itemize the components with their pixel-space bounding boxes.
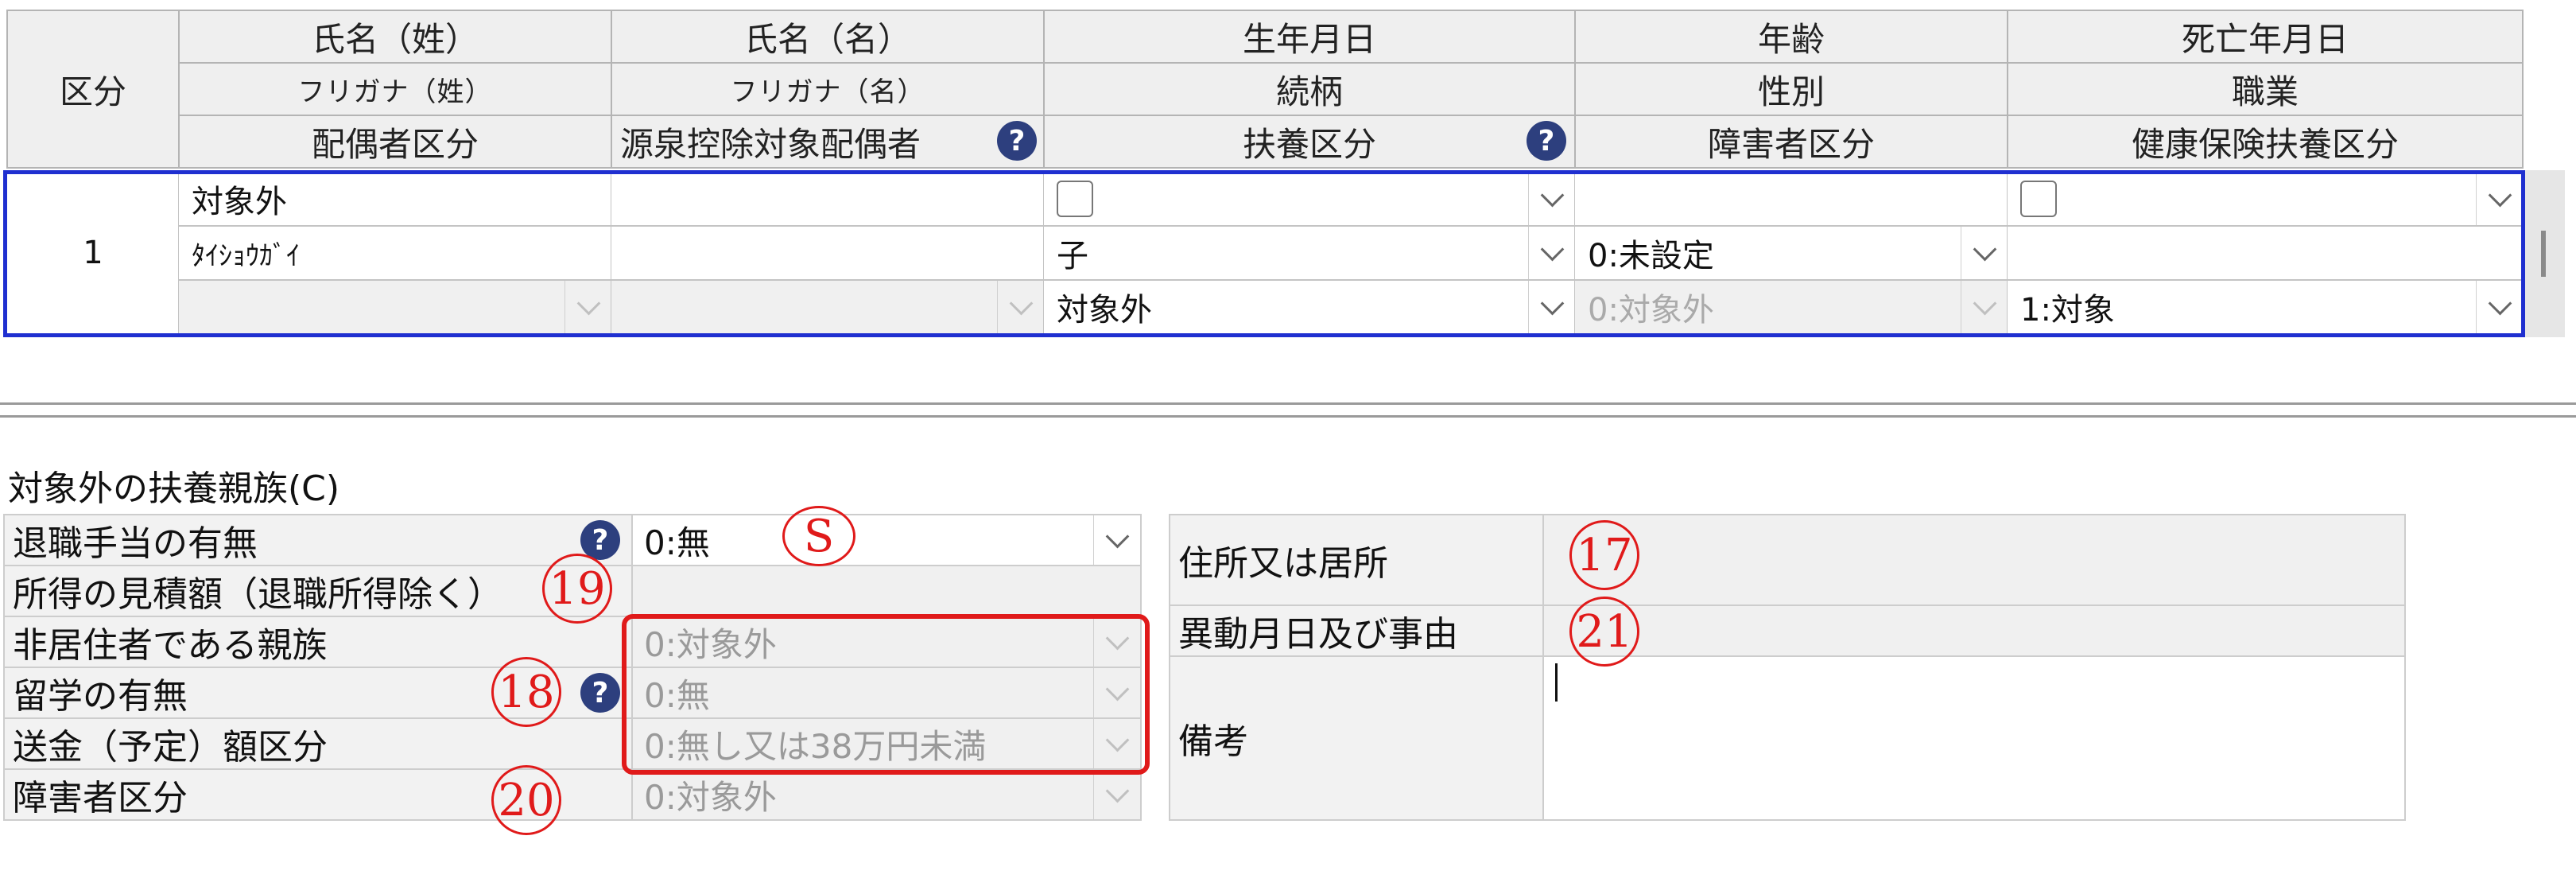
header-gender: 性別 <box>1574 62 2008 116</box>
section-title-text: 対象外の扶養親族(C) <box>8 468 340 509</box>
address-field <box>1542 514 2406 606</box>
header-kenpo-fuyou: 健康保険扶養区分 <box>2007 115 2524 169</box>
marker-21: 21 <box>1569 597 1639 667</box>
shougai-select: 0:対象外 <box>631 768 1142 821</box>
header-birthdate: 生年月日 <box>1043 10 1576 64</box>
marker-20: 20 <box>491 765 561 835</box>
header-kubun: 区分 <box>6 10 180 169</box>
taishoku-label-text: 退職手当の有無 <box>13 523 258 564</box>
marker-s-text: S <box>803 510 835 562</box>
idou-label-text: 異動月日及び事由 <box>1178 614 1458 655</box>
marker-20-text: 20 <box>498 774 555 826</box>
text-cursor <box>1555 663 1558 702</box>
header-kana-sei-label: フリガナ（姓） <box>297 76 493 108</box>
header-gensen-spouse-label: 源泉控除対象配偶者 <box>620 124 921 164</box>
divider <box>0 415 2576 418</box>
question-circle-icon[interactable]: ? <box>997 121 1037 161</box>
header-spouse-kubun-label: 配偶者区分 <box>311 124 479 164</box>
idou-label: 異動月日及び事由 <box>1169 604 1544 657</box>
address-label-text: 住所又は居所 <box>1178 543 1388 584</box>
header-kenpo-fuyou-label: 健康保険扶養区分 <box>2131 124 2399 164</box>
bikou-textarea[interactable] <box>1542 655 2406 821</box>
header-age: 年齢 <box>1574 10 2008 64</box>
header-gensen-spouse: 源泉控除対象配偶者 ? <box>611 115 1045 169</box>
taishoku-dropdown[interactable] <box>1093 515 1140 565</box>
marker-19: 19 <box>542 554 612 624</box>
header-shougai-kubun: 障害者区分 <box>1574 115 2008 169</box>
mitsumori-field <box>631 565 1142 617</box>
bikou-label: 備考 <box>1169 655 1544 821</box>
taishoku-select[interactable]: 0:無 <box>631 514 1142 566</box>
header-death-date: 死亡年月日 <box>2007 10 2524 64</box>
taishoku-value: 0:無 <box>644 523 710 562</box>
header-age-label: 年齢 <box>1757 19 1825 59</box>
section-title: 対象外の扶養親族(C) <box>8 461 339 509</box>
header-name-sei-label: 氏名（姓） <box>311 19 479 59</box>
selected-row-outline <box>3 170 2525 337</box>
marker-18: 18 <box>491 657 561 727</box>
shougai-value: 0:対象外 <box>644 777 777 817</box>
header-occupation: 職業 <box>2007 62 2524 116</box>
marker-17: 17 <box>1569 520 1639 590</box>
question-circle-icon[interactable]: ? <box>580 520 620 560</box>
question-circle-icon[interactable]: ? <box>1527 121 1566 161</box>
chevron-down-icon <box>1105 779 1129 803</box>
header-kana-mei-label: フリガナ（名） <box>730 76 925 108</box>
header-fuyou-kubun-label: 扶養区分 <box>1242 124 1376 164</box>
soukin-label-text: 送金（予定）額区分 <box>13 727 328 768</box>
marker-21-text: 21 <box>1576 605 1633 658</box>
header-relation: 続柄 <box>1043 62 1576 116</box>
header-occupation-label: 職業 <box>2231 72 2299 111</box>
header-relation-label: 続柄 <box>1275 72 1343 111</box>
header-birthdate-label: 生年月日 <box>1242 19 1376 59</box>
header-name-mei: 氏名（名） <box>611 10 1045 64</box>
marker-s: S <box>782 506 855 566</box>
idou-field <box>1542 604 2406 657</box>
header-kana-mei: フリガナ（名） <box>611 62 1045 116</box>
header-kubun-label: 区分 <box>59 72 126 111</box>
bikou-label-text: 備考 <box>1178 721 1248 762</box>
header-name-sei: 氏名（姓） <box>178 10 612 64</box>
soukin-label: 送金（予定）額区分 <box>3 717 633 770</box>
header-fuyou-kubun: 扶養区分 ? <box>1043 115 1576 169</box>
header-kana-sei: フリガナ（姓） <box>178 62 612 116</box>
highlight-box <box>622 614 1150 775</box>
header-shougai-kubun-label: 障害者区分 <box>1707 124 1875 164</box>
header-gender-label: 性別 <box>1757 72 1825 111</box>
address-label: 住所又は居所 <box>1169 514 1544 606</box>
hikyojusha-label-text: 非居住者である親族 <box>13 625 328 666</box>
marker-18-text: 18 <box>498 666 555 718</box>
header-spouse-kubun: 配偶者区分 <box>178 115 612 169</box>
grid-scrollbar-thumb[interactable] <box>2541 231 2546 277</box>
mitsumori-label: 所得の見積額（退職所得除く） <box>3 565 633 617</box>
ryugaku-label-text: 留学の有無 <box>13 676 188 717</box>
marker-19-text: 19 <box>549 562 606 615</box>
marker-17-text: 17 <box>1576 529 1633 581</box>
divider <box>0 402 2576 405</box>
taishoku-label: 退職手当の有無 ? <box>3 514 633 566</box>
shougai-label-text: 障害者区分 <box>13 778 188 818</box>
question-circle-icon[interactable]: ? <box>580 673 620 713</box>
header-death-date-label: 死亡年月日 <box>2181 19 2349 59</box>
chevron-down-icon <box>1105 524 1129 548</box>
shougai-dropdown <box>1093 770 1140 819</box>
header-name-mei-label: 氏名（名） <box>743 19 911 59</box>
mitsumori-label-text: 所得の見積額（退職所得除く） <box>13 574 502 615</box>
